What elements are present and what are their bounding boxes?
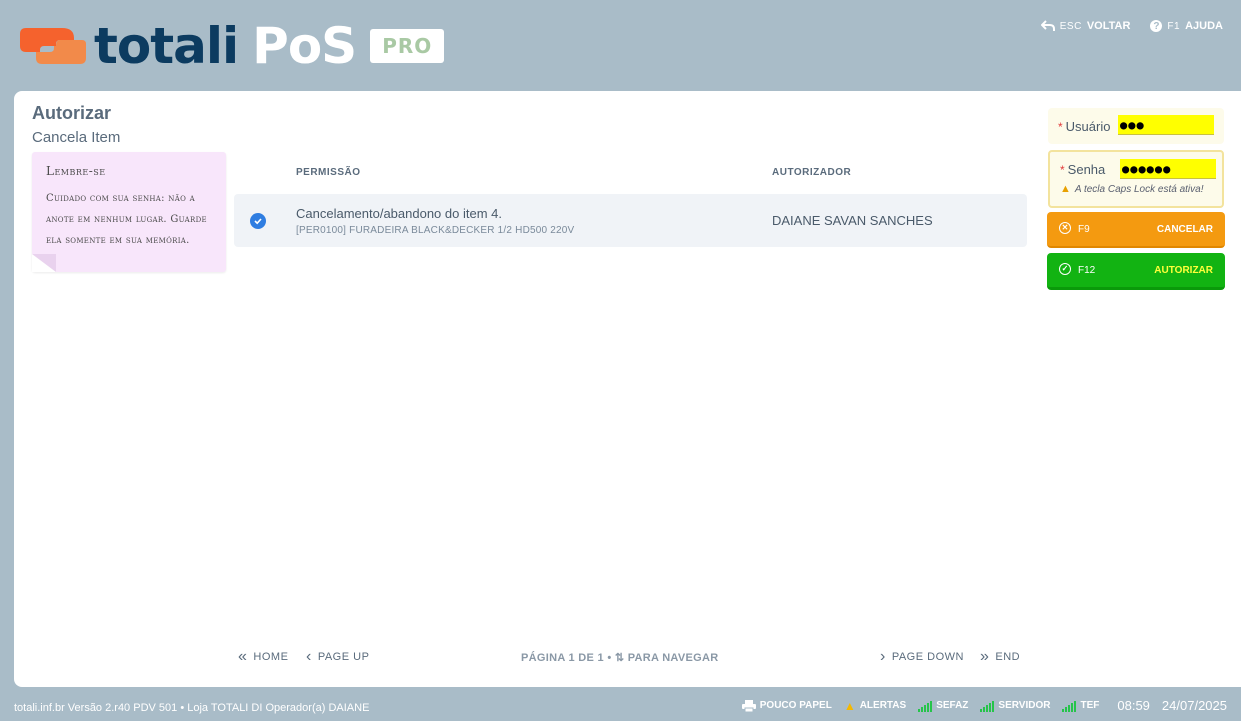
- required-asterisk: *: [1058, 120, 1063, 134]
- cancel-label: CANCELAR: [1156, 224, 1213, 235]
- permission-detail: [PER0100] FURADEIRA BLACK&DECKER 1/2 HD5…: [296, 225, 575, 236]
- reminder-note: Lembre-se Cuidado com sua senha: não a a…: [32, 152, 226, 272]
- pro-badge: PRO: [370, 29, 445, 63]
- header: totali PoS PRO ESC VOLTAR ? F1 AJUDA: [0, 0, 1241, 92]
- logo-word-pos: PoS: [252, 17, 357, 75]
- permission-title: Cancelamento/abandono do item 4.: [296, 206, 502, 221]
- cancel-key: F9: [1078, 224, 1090, 235]
- pager-page-down-label: PAGE DOWN: [891, 651, 964, 663]
- logo-word-totali: totali: [94, 17, 239, 75]
- authorize-button[interactable]: ✓ F12 AUTORIZAR: [1047, 253, 1225, 290]
- page-subtitle: Cancela Item: [32, 129, 121, 146]
- sefaz-label: SEFAZ: [936, 700, 969, 711]
- paper-status: POUCO PAPEL: [741, 699, 832, 712]
- required-asterisk: *: [1060, 163, 1065, 177]
- sefaz-status: SEFAZ: [918, 700, 968, 712]
- pager-page-up-button[interactable]: ‹ PAGE UP: [306, 648, 370, 665]
- top-actions: ESC VOLTAR ? F1 AJUDA: [1040, 20, 1223, 32]
- tef-label: TEF: [1080, 700, 1100, 711]
- note-text: Cuidado com sua senha: não a anote em ne…: [46, 193, 207, 246]
- cancel-button[interactable]: ✕ F9 CANCELAR: [1047, 212, 1225, 248]
- pager-page-up-label: PAGE UP: [317, 651, 370, 663]
- signal-bars-icon: [1062, 700, 1077, 712]
- footer-info: totali.inf.br Versão 2.r40 PDV 501 • Loj…: [14, 702, 370, 714]
- signal-bars-icon: [918, 700, 933, 712]
- tef-status: TEF: [1062, 700, 1099, 712]
- back-key: ESC: [1059, 20, 1082, 32]
- password-label: * Senha: [1060, 162, 1106, 177]
- alerts-status[interactable]: ▲ ALERTAS: [844, 699, 906, 713]
- warning-icon: ▲: [843, 698, 856, 713]
- check-circle-icon[interactable]: [250, 213, 266, 229]
- table-header: PERMISSÃO AUTORIZADOR: [234, 167, 1027, 187]
- double-chevron-left-icon: «: [238, 648, 248, 665]
- authorize-label: AUTORIZAR: [1154, 265, 1213, 276]
- paper-status-label: POUCO PAPEL: [759, 700, 832, 711]
- user-field-box: * Usuário: [1048, 108, 1224, 144]
- note-title: Lembre-se: [46, 164, 106, 178]
- signal-bars-icon: [980, 700, 995, 712]
- pager-home-label: HOME: [253, 651, 289, 663]
- chevron-left-icon: ‹: [306, 648, 312, 665]
- table-row[interactable]: Cancelamento/abandono do item 4. [PER010…: [234, 194, 1027, 247]
- alerts-label: ALERTAS: [859, 700, 907, 711]
- server-label: SERVIDOR: [998, 700, 1051, 711]
- pager-end-label: END: [995, 651, 1021, 663]
- warning-icon: ▲: [1060, 183, 1071, 195]
- pager-end-button[interactable]: » END: [980, 648, 1021, 665]
- help-key: F1: [1167, 20, 1181, 32]
- logo-wordmark: totali PoS: [94, 17, 357, 75]
- authorize-key: F12: [1078, 265, 1096, 276]
- printer-icon: [741, 699, 756, 712]
- pager-page-down-button[interactable]: › PAGE DOWN: [880, 648, 964, 665]
- close-circle-icon: ✕: [1059, 222, 1071, 234]
- footer-status: POUCO PAPEL ▲ ALERTAS SEFAZ SERVIDOR TEF…: [741, 698, 1227, 713]
- double-chevron-right-icon: »: [980, 648, 990, 665]
- authorizer-name: DAIANE SAVAN SANCHES: [772, 213, 933, 228]
- note-fold-corner: [32, 254, 56, 272]
- totali-pos-logo: totali PoS PRO: [16, 17, 445, 75]
- check-circle-outline-icon: ✓: [1059, 263, 1071, 275]
- clock-date: 24/07/2025: [1161, 698, 1227, 713]
- pager-home-button[interactable]: « HOME: [238, 648, 289, 665]
- column-header-permission: PERMISSÃO: [296, 167, 361, 178]
- password-field-box: *Senha ▲ A tecla Caps Lock está ativa!: [1048, 150, 1224, 208]
- help-button[interactable]: ? F1 AJUDA: [1150, 20, 1223, 32]
- back-label: VOLTAR: [1086, 20, 1131, 32]
- page-title: Autorizar: [32, 103, 112, 123]
- caps-lock-warning: ▲ A tecla Caps Lock está ativa!: [1060, 183, 1203, 195]
- user-label: * Usuário: [1058, 119, 1111, 134]
- page-info: PÁGINA 1 DE 1 • ⇅ PARA NAVEGAR: [521, 652, 719, 664]
- column-header-authorizer: AUTORIZADOR: [772, 167, 852, 178]
- help-label: AJUDA: [1185, 20, 1223, 32]
- clock-time: 08:59: [1117, 698, 1150, 713]
- password-input[interactable]: [1120, 159, 1216, 179]
- caps-lock-warning-text: A tecla Caps Lock está ativa!: [1074, 183, 1204, 195]
- chevron-right-icon: ›: [880, 648, 886, 665]
- back-button[interactable]: ESC VOLTAR: [1040, 20, 1131, 32]
- totali-logo-icon: [16, 22, 88, 70]
- server-status: SERVIDOR: [980, 700, 1050, 712]
- undo-arrow-icon: [1040, 20, 1055, 31]
- user-input[interactable]: [1118, 115, 1214, 135]
- help-icon: ?: [1150, 20, 1163, 32]
- status-bar: totali.inf.br Versão 2.r40 PDV 501 • Loj…: [0, 690, 1241, 721]
